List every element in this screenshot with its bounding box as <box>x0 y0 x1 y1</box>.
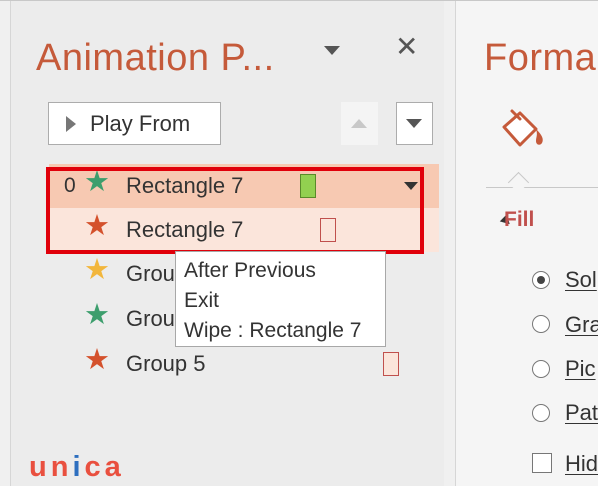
fill-gradient-label[interactable]: Gra <box>565 312 598 338</box>
fill-picture-label[interactable]: Pic <box>565 356 596 382</box>
hide-background-label[interactable]: Hid <box>565 451 598 477</box>
active-tab-notch <box>507 171 530 194</box>
animation-pane-title: Animation P... <box>36 37 275 79</box>
star-icon: ★ <box>84 210 110 242</box>
timing-bar[interactable] <box>383 352 399 376</box>
animation-item[interactable]: ★ Rectangle 7 <box>49 208 439 252</box>
fill-solid-label[interactable]: Sol <box>565 267 597 293</box>
play-from-button[interactable]: Play From <box>48 102 221 145</box>
hide-background-checkbox[interactable] <box>532 453 552 473</box>
animation-item[interactable]: 0 ★ Rectangle 7 <box>49 164 439 208</box>
play-from-label: Play From <box>90 110 191 136</box>
format-pane-title: Forma <box>484 37 597 79</box>
fill-gradient-radio[interactable] <box>532 315 550 333</box>
fill-pattern-radio[interactable] <box>532 404 550 422</box>
chevron-down-icon[interactable] <box>404 182 418 190</box>
tooltip-line-effect: Wipe : Rectangle 7 <box>184 319 362 342</box>
brand-logo: unica <box>29 451 125 483</box>
item-index: 0 <box>64 174 76 197</box>
close-icon[interactable]: ✕ <box>395 33 418 61</box>
star-icon: ★ <box>84 166 110 198</box>
item-label: Rectangle 7 <box>126 173 244 198</box>
move-up-button[interactable] <box>341 102 378 145</box>
play-icon <box>66 115 76 132</box>
item-label: Grou <box>126 261 175 286</box>
tooltip: After Previous Exit Wipe : Rectangle 7 <box>175 251 386 347</box>
fill-picture-radio[interactable] <box>532 360 550 378</box>
animation-pane: Animation P... ✕ Play From 0 ★ Rectangle… <box>10 1 444 486</box>
format-pane: Forma Fill Sol Gra Pic Pat Hid <box>455 1 598 486</box>
star-icon: ★ <box>84 299 110 331</box>
paint-bucket-icon[interactable] <box>496 105 548 157</box>
item-label: Rectangle 7 <box>126 217 244 242</box>
timing-bar[interactable] <box>300 174 316 198</box>
fill-solid-radio[interactable] <box>532 271 550 289</box>
timing-bar[interactable] <box>320 218 336 242</box>
item-label: Grou <box>126 306 175 331</box>
fill-pattern-label[interactable]: Pat <box>565 400 598 426</box>
star-icon: ★ <box>84 254 110 286</box>
animation-item[interactable]: ★ Group 5 <box>49 342 439 386</box>
item-label: Group 5 <box>126 351 206 376</box>
tab-separator <box>486 187 598 188</box>
move-down-button[interactable] <box>396 102 433 145</box>
fill-section-header[interactable]: Fill <box>504 208 534 232</box>
tooltip-line-trigger: After Previous <box>184 259 316 282</box>
star-icon: ★ <box>84 344 110 376</box>
tooltip-line-type: Exit <box>184 289 220 312</box>
pane-options-dropdown[interactable] <box>321 39 343 61</box>
